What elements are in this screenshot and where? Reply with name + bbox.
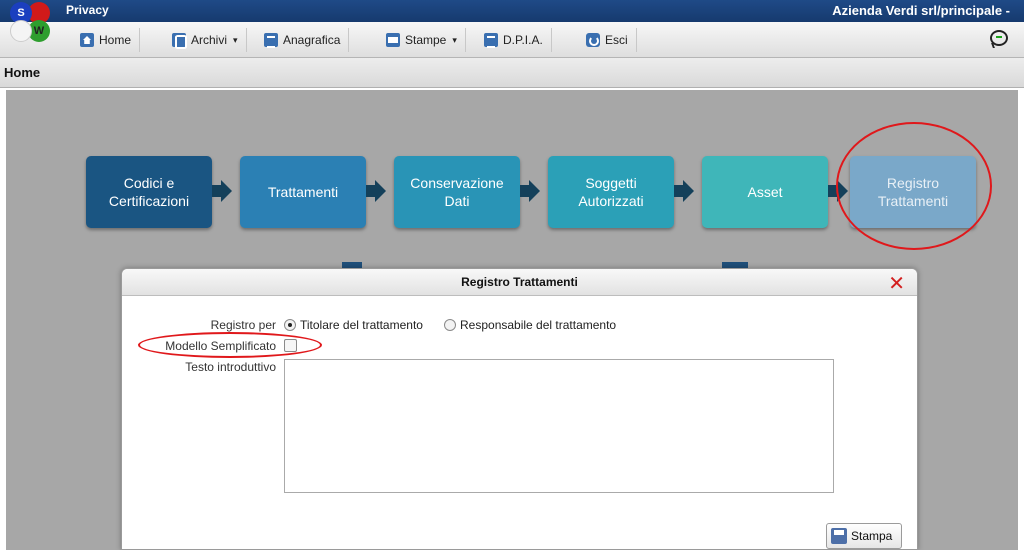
- app-title: Privacy: [66, 3, 109, 17]
- chevron-down-icon: ▾: [452, 34, 457, 45]
- document-icon: [264, 33, 278, 48]
- breadcrumb: Home: [0, 58, 1024, 88]
- dpia-button[interactable]: D.P.I.A.: [476, 28, 552, 52]
- company-name[interactable]: Azienda Verdi srl/principale -: [832, 3, 1010, 18]
- power-icon: [586, 33, 600, 47]
- radio-responsabile-label[interactable]: Responsabile del trattamento: [460, 318, 616, 332]
- breadcrumb-home: Home: [4, 65, 41, 80]
- tile-soggetti-autorizzati[interactable]: Soggetti Autorizzati: [548, 156, 674, 228]
- dialog-header: Registro Trattamenti ✕: [122, 269, 917, 296]
- home-icon: [80, 33, 94, 47]
- tile-trattamenti-label: Trattamenti: [267, 184, 339, 200]
- tile-trattamenti[interactable]: Trattamenti: [240, 156, 366, 228]
- dpia-button-label: D.P.I.A.: [503, 33, 543, 47]
- highlight-ellipse-modello: [138, 332, 322, 358]
- arrow-right-icon: [212, 180, 232, 202]
- stampe-menu[interactable]: Stampe ▾: [378, 28, 466, 52]
- radio-responsabile[interactable]: [444, 319, 456, 331]
- app-logo: S W: [10, 2, 62, 54]
- radio-titolare-label[interactable]: Titolare del trattamento: [300, 318, 423, 332]
- radio-titolare[interactable]: [284, 319, 296, 331]
- printer-icon: [386, 33, 400, 47]
- tile-codici-label: Codici e Certificazioni: [108, 175, 190, 209]
- archivi-menu[interactable]: Archivi ▾: [164, 28, 247, 52]
- tile-conservazione-dati[interactable]: Conservazione Dati: [394, 156, 520, 228]
- chevron-down-icon: ▾: [233, 34, 238, 45]
- anagrafica-button-label: Anagrafica: [283, 33, 341, 47]
- title-bar: Privacy Azienda Verdi srl/principale -: [0, 0, 1024, 22]
- esci-button[interactable]: Esci: [578, 28, 637, 52]
- database-icon: [172, 33, 187, 49]
- testo-introduttivo-textarea[interactable]: [284, 359, 834, 493]
- tile-soggetti-label: Soggetti Autorizzati: [578, 175, 644, 209]
- main-toolbar: Home Archivi ▾ Anagrafica Stampe ▾ D.P.I…: [0, 22, 1024, 58]
- tile-asset-label: Asset: [747, 184, 783, 200]
- testo-introduttivo-label: Testo introduttivo: [185, 360, 276, 374]
- stampe-menu-label: Stampe: [405, 33, 447, 47]
- archivi-menu-label: Archivi: [191, 33, 228, 47]
- close-icon[interactable]: ✕: [888, 271, 905, 295]
- registro-per-label: Registro per: [210, 318, 276, 332]
- home-button-label: Home: [99, 33, 132, 47]
- arrow-right-icon: [674, 180, 694, 202]
- tile-conservazione-label: Conservazione Dati: [410, 175, 504, 209]
- dialog-title: Registro Trattamenti: [461, 275, 578, 289]
- stampa-button[interactable]: Stampa: [826, 523, 902, 549]
- logo-white-circle: [10, 20, 32, 42]
- document-icon: [484, 33, 498, 48]
- home-button[interactable]: Home: [72, 28, 141, 52]
- arrow-right-icon: [520, 180, 540, 202]
- arrow-right-icon: [366, 180, 386, 202]
- highlight-circle-registro: [836, 122, 992, 250]
- esci-button-label: Esci: [605, 33, 628, 47]
- tile-asset[interactable]: Asset: [702, 156, 828, 228]
- chat-icon[interactable]: [990, 30, 1008, 46]
- tile-codici-certificazioni[interactable]: Codici e Certificazioni: [86, 156, 212, 228]
- anagrafica-button[interactable]: Anagrafica: [256, 28, 350, 52]
- stampa-button-label: Stampa: [851, 529, 893, 543]
- save-icon: [831, 528, 847, 544]
